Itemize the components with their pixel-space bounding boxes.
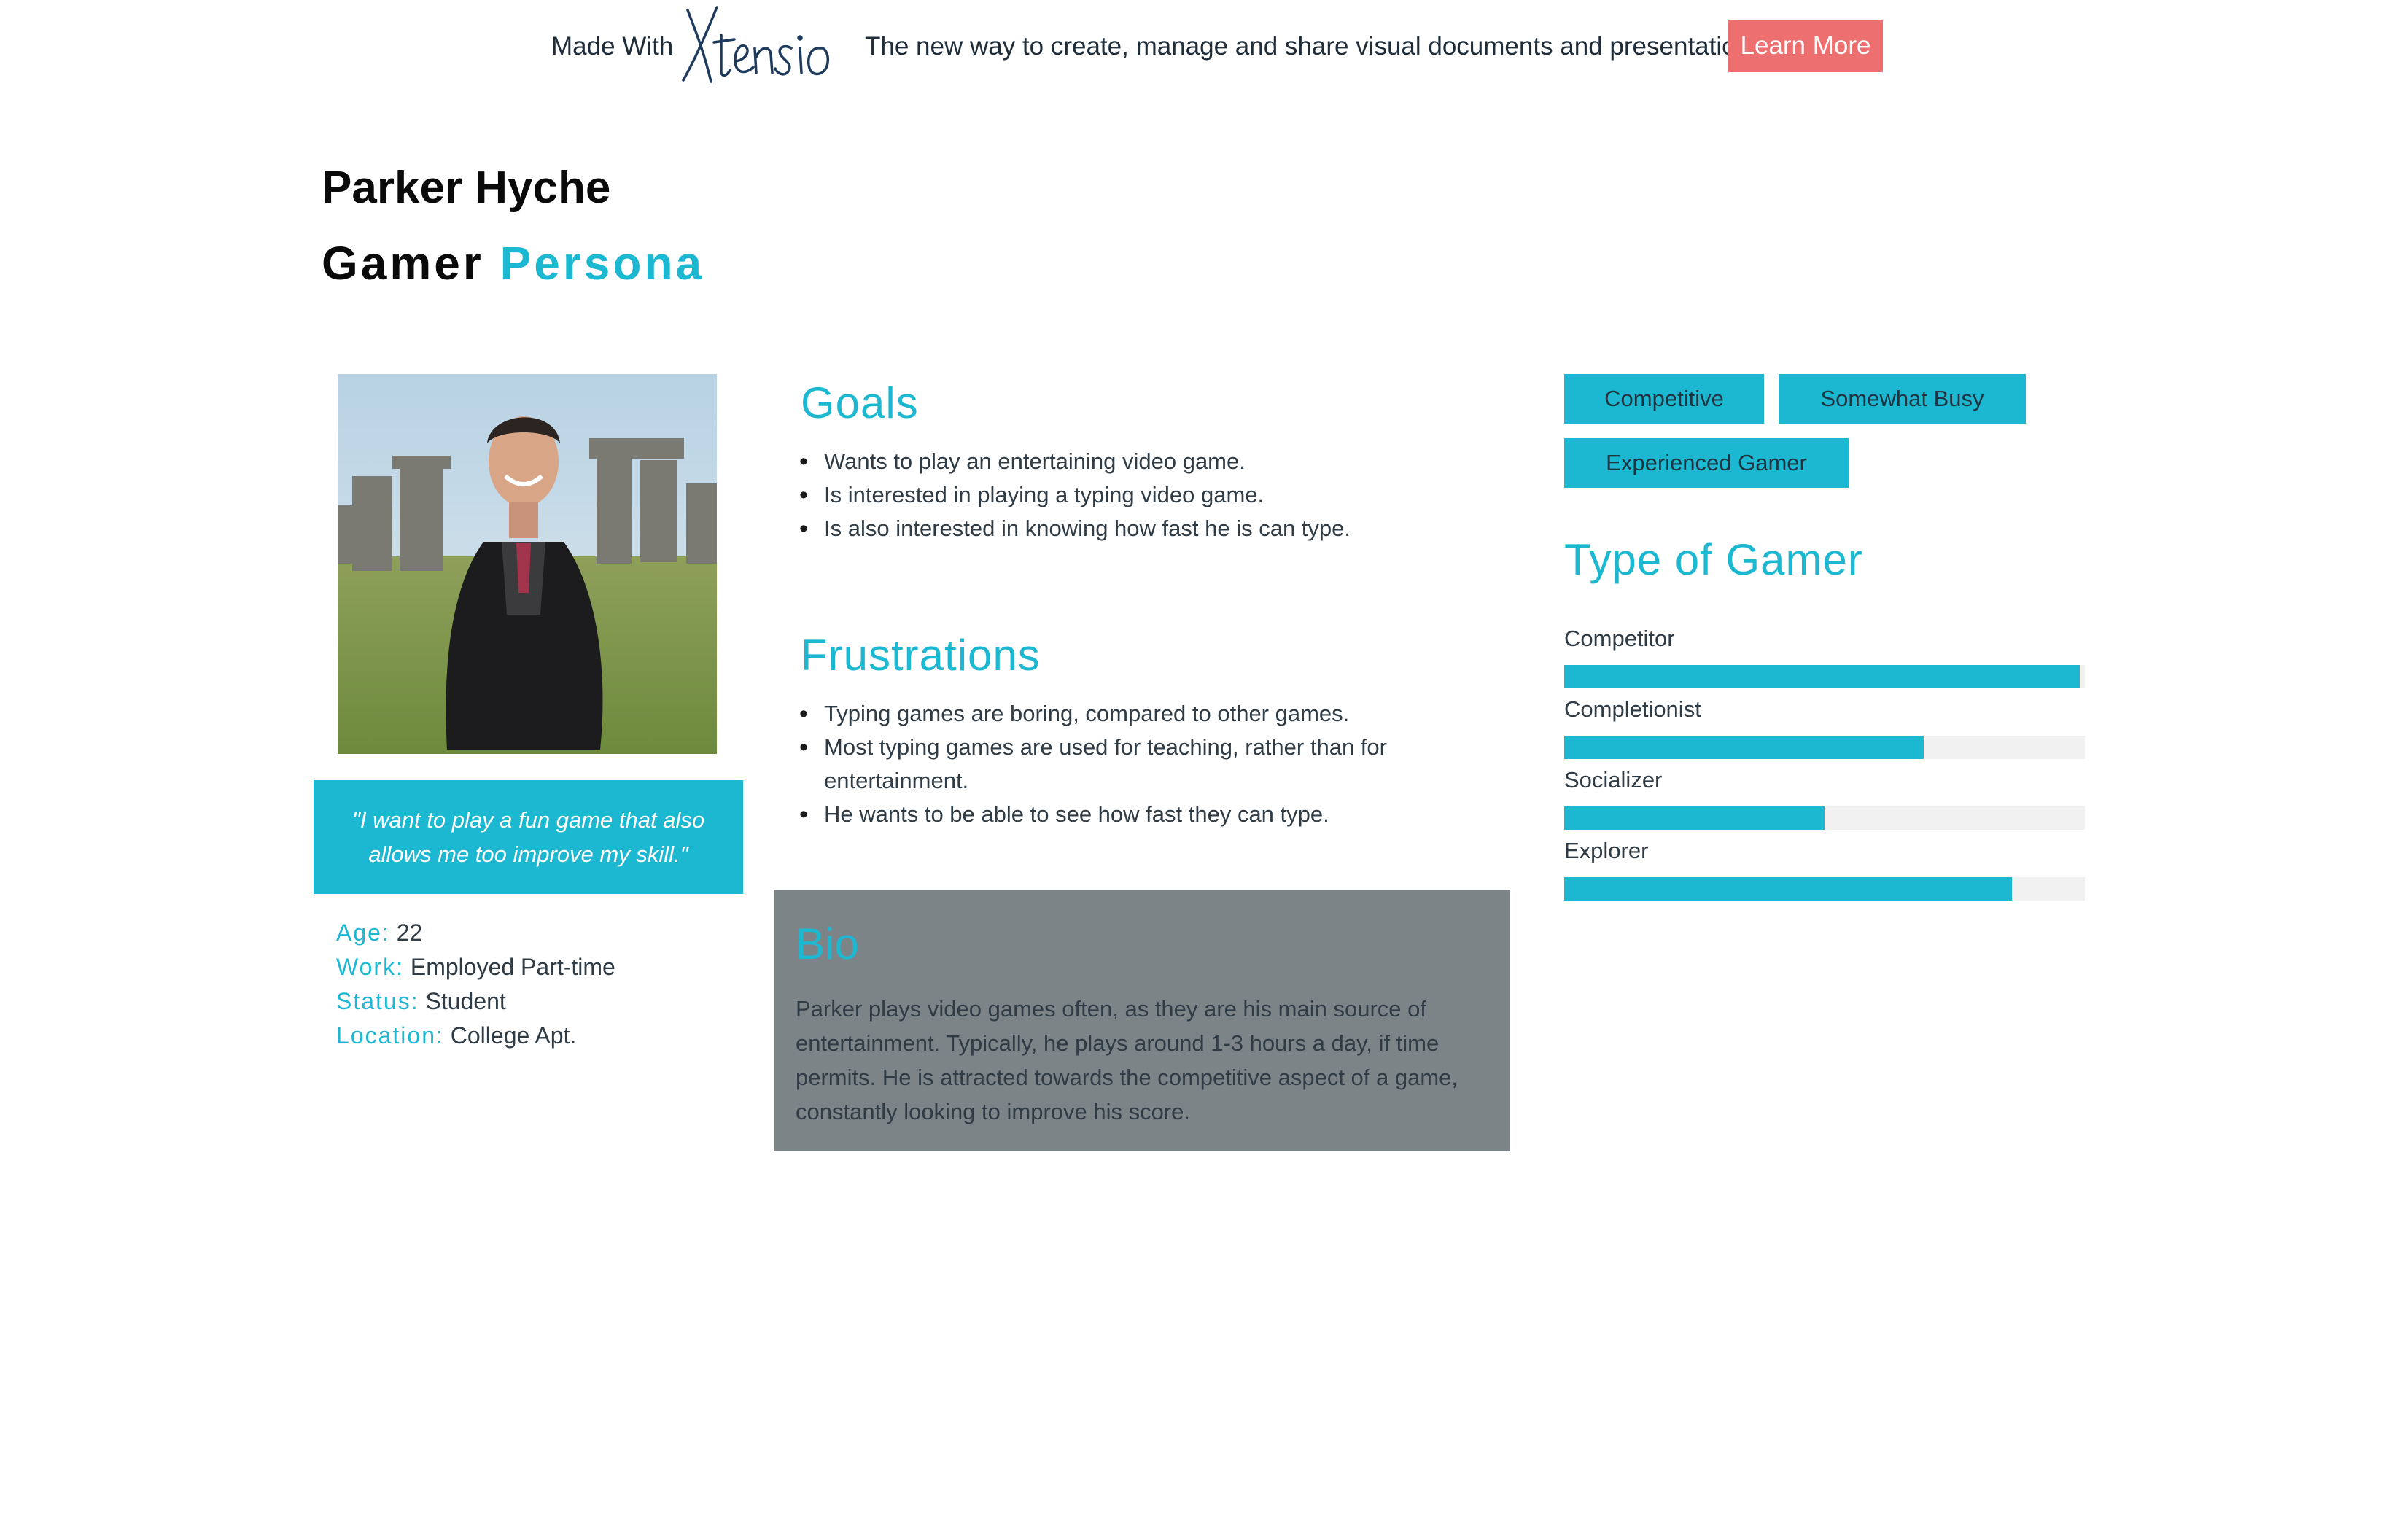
bar-fill-competitor [1564, 665, 2080, 688]
bio-title: Bio [796, 919, 859, 968]
bar-fill-socializer [1564, 806, 1825, 830]
goals-list: Wants to play an entertaining video game… [799, 445, 1456, 545]
persona-quote: "I want to play a fun game that also all… [314, 780, 743, 894]
frustration-item: He wants to be able to see how fast they… [799, 798, 1456, 831]
made-with-label: Made With [551, 32, 674, 61]
banner-tagline: The new way to create, manage and share … [865, 32, 1771, 61]
bio-panel: Bio Parker plays video games often, as t… [774, 890, 1510, 1151]
persona-photo [338, 374, 717, 754]
bar-track-completionist [1564, 736, 2085, 759]
gamer-type-title: Type of Gamer [1564, 535, 1863, 584]
fact-work: Work: Employed Part-time [336, 950, 615, 984]
goal-item: Is interested in playing a typing video … [799, 478, 1456, 512]
goal-item: Wants to play an entertaining video game… [799, 445, 1456, 478]
frustrations-list: Typing games are boring, compared to oth… [799, 697, 1456, 831]
bar-track-competitor [1564, 665, 2085, 688]
fact-key: Status: [336, 988, 419, 1014]
bar-label-socializer: Socializer [1564, 767, 1663, 793]
persona-subtitle-accent: Persona [500, 237, 705, 289]
tag-experienced-gamer: Experienced Gamer [1564, 438, 1849, 488]
bar-label-competitor: Competitor [1564, 626, 1675, 651]
fact-value: Student [425, 988, 506, 1014]
xtensio-logo[interactable] [675, 0, 844, 88]
tag-competitive: Competitive [1564, 374, 1764, 424]
bar-fill-explorer [1564, 877, 2013, 901]
persona-subtitle: Gamer Persona [322, 236, 704, 290]
top-banner: Made With The new way to create, manage … [0, 0, 2405, 95]
fact-value: College Apt. [450, 1022, 577, 1049]
bar-fill-completionist [1564, 736, 1924, 759]
fact-age: Age: 22 [336, 916, 615, 950]
fact-key: Age: [336, 919, 390, 946]
tag-somewhat-busy: Somewhat Busy [1779, 374, 2026, 424]
fact-value: 22 [396, 919, 423, 946]
goals-title: Goals [801, 378, 919, 427]
persona-facts: Age: 22 Work: Employed Part-time Status:… [336, 916, 615, 1053]
fact-value: Employed Part-time [410, 954, 615, 980]
persona-name: Parker Hyche [322, 163, 611, 213]
bar-label-completionist: Completionist [1564, 696, 1701, 722]
fact-key: Work: [336, 954, 404, 980]
persona-subtitle-prefix: Gamer [322, 237, 484, 289]
learn-more-button[interactable]: Learn More [1728, 20, 1883, 72]
bar-track-explorer [1564, 877, 2085, 901]
bar-label-explorer: Explorer [1564, 838, 1649, 863]
frustrations-title: Frustrations [801, 631, 1041, 680]
goal-item: Is also interested in knowing how fast h… [799, 512, 1456, 545]
bio-text: Parker plays video games often, as they … [796, 996, 1458, 1124]
frustration-item: Most typing games are used for teaching,… [799, 731, 1456, 798]
frustration-item: Typing games are boring, compared to oth… [799, 697, 1456, 731]
fact-status: Status: Student [336, 984, 615, 1019]
fact-location: Location: College Apt. [336, 1019, 615, 1053]
fact-key: Location: [336, 1022, 444, 1049]
bar-track-socializer [1564, 806, 2085, 830]
